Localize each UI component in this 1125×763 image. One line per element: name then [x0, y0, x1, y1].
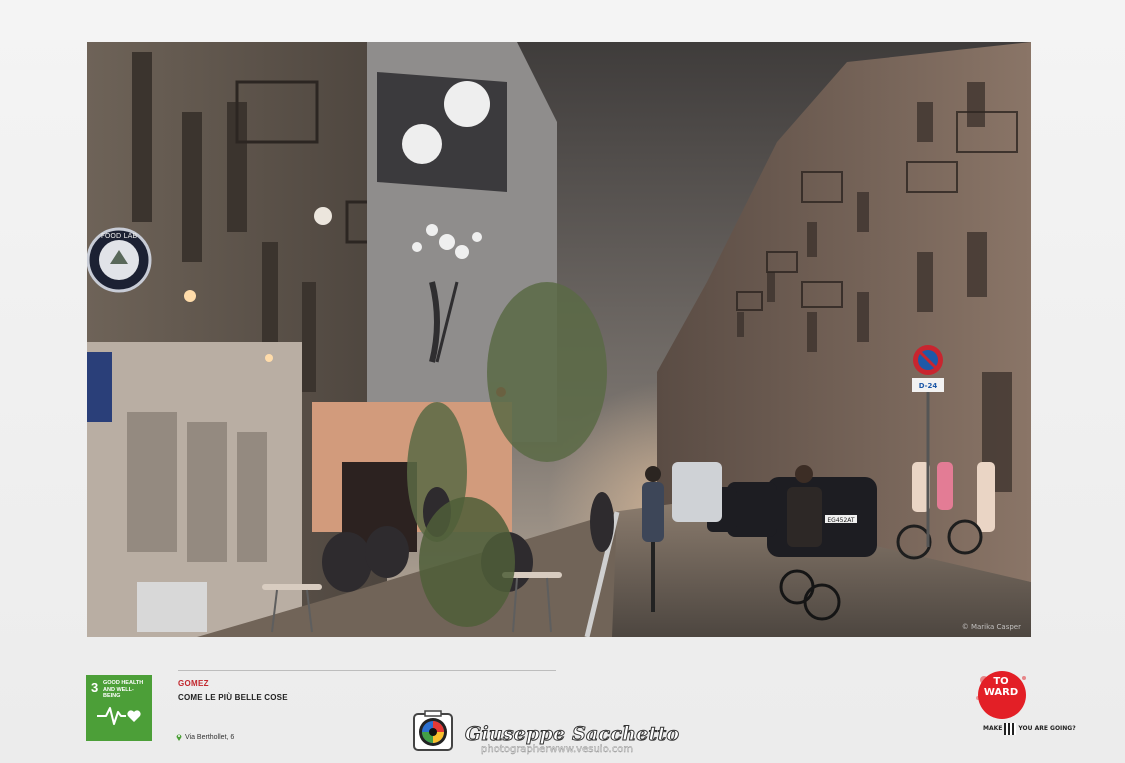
- map-pin-icon: [176, 734, 182, 741]
- parking-sign-text: D-24: [919, 382, 938, 390]
- toward-logo-text: TO WARD: [983, 676, 1019, 698]
- sdg-number: 3: [91, 680, 99, 695]
- artist-name: GOMEZ: [178, 679, 209, 688]
- heartbeat-heart-icon: [97, 707, 141, 725]
- poster-frame: FOOD LAB EG452AT D-24 © Marika Casper 3 …: [0, 0, 1125, 763]
- food-lab-sign-text: FOOD LAB: [101, 232, 138, 240]
- street-photograph: FOOD LAB EG452AT D-24 © Marika Casper: [87, 42, 1031, 637]
- toward-tagline: MAKE YOU ARE GOING?: [983, 723, 1076, 735]
- sdg-goal-badge: 3 GOOD HEALTH AND WELL-BEING: [86, 675, 152, 741]
- tagline-right: YOU ARE GOING?: [1018, 725, 1076, 732]
- sdg-label: GOOD HEALTH AND WELL-BEING: [103, 680, 144, 699]
- address-text: Via Berthollet, 6: [185, 733, 235, 741]
- tagline-left: MAKE: [983, 725, 1003, 732]
- license-plate-text: EG452AT: [827, 517, 855, 524]
- street-scene-illustration: FOOD LAB EG452AT D-24: [87, 42, 1031, 637]
- photo-credit: © Marika Casper: [961, 623, 1021, 631]
- qr-code-icon: [1004, 723, 1017, 735]
- location-address: Via Berthollet, 6: [176, 733, 234, 741]
- photographer-name: Giuseppe Sacchetto: [464, 723, 680, 746]
- photographer-watermark: Giuseppe Sacchetto photographerwww.vesui…: [413, 709, 713, 755]
- photographer-url: photographerwww.vesuio.com: [481, 744, 634, 755]
- artwork-title: COME LE PIÙ BELLE COSE: [178, 693, 288, 702]
- camera-lens-icon: [413, 710, 453, 751]
- caption-divider: [178, 670, 556, 671]
